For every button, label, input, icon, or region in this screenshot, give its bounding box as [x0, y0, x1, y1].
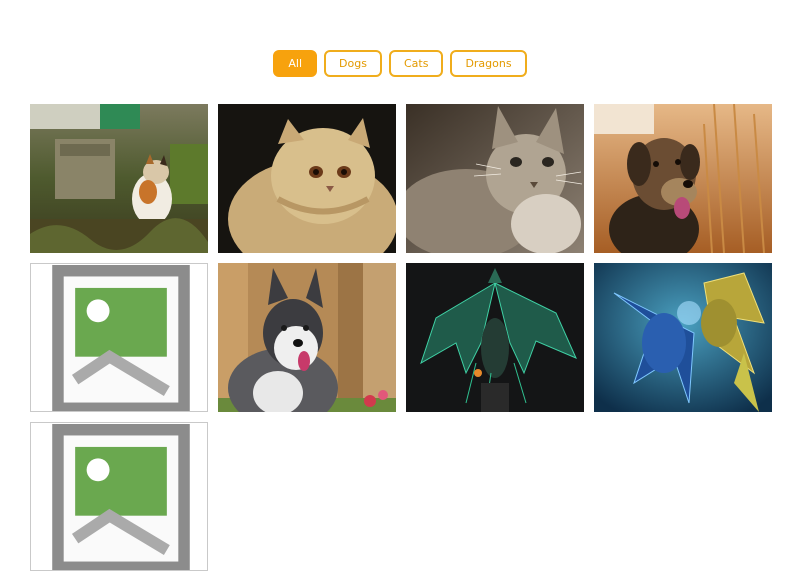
image-gallery [30, 104, 772, 571]
blue-dragons-image [594, 263, 772, 412]
gallery-image-terrier-dog[interactable] [594, 104, 772, 253]
gallery-image-calico-cat[interactable] [30, 104, 208, 253]
terrier-dog-image [594, 104, 772, 253]
green-dragon-image [406, 263, 584, 412]
broken-image-icon [52, 265, 190, 411]
gallery-image-persian-cat[interactable] [218, 104, 396, 253]
gallery-image-broken[interactable] [30, 422, 208, 571]
husky-dog-image [218, 263, 396, 412]
broken-image-icon [52, 424, 190, 570]
gallery-image-broken[interactable] [30, 263, 208, 412]
gallery-image-blue-dragons[interactable] [594, 263, 772, 412]
gallery-image-green-dragon[interactable] [406, 263, 584, 412]
gallery-image-tabby-cat[interactable] [406, 104, 584, 253]
persian-cat-image [218, 104, 396, 253]
filter-dogs-button[interactable]: Dogs [324, 50, 382, 77]
filter-all-button[interactable]: All [273, 50, 318, 77]
filter-cats-button[interactable]: Cats [388, 50, 444, 77]
filter-bar: All Dogs Cats Dragons [0, 50, 800, 77]
tabby-cat-image [406, 104, 584, 253]
filter-dragons-button[interactable]: Dragons [450, 50, 527, 77]
gallery-image-husky-dog[interactable] [218, 263, 396, 412]
calico-cat-image [30, 104, 208, 253]
